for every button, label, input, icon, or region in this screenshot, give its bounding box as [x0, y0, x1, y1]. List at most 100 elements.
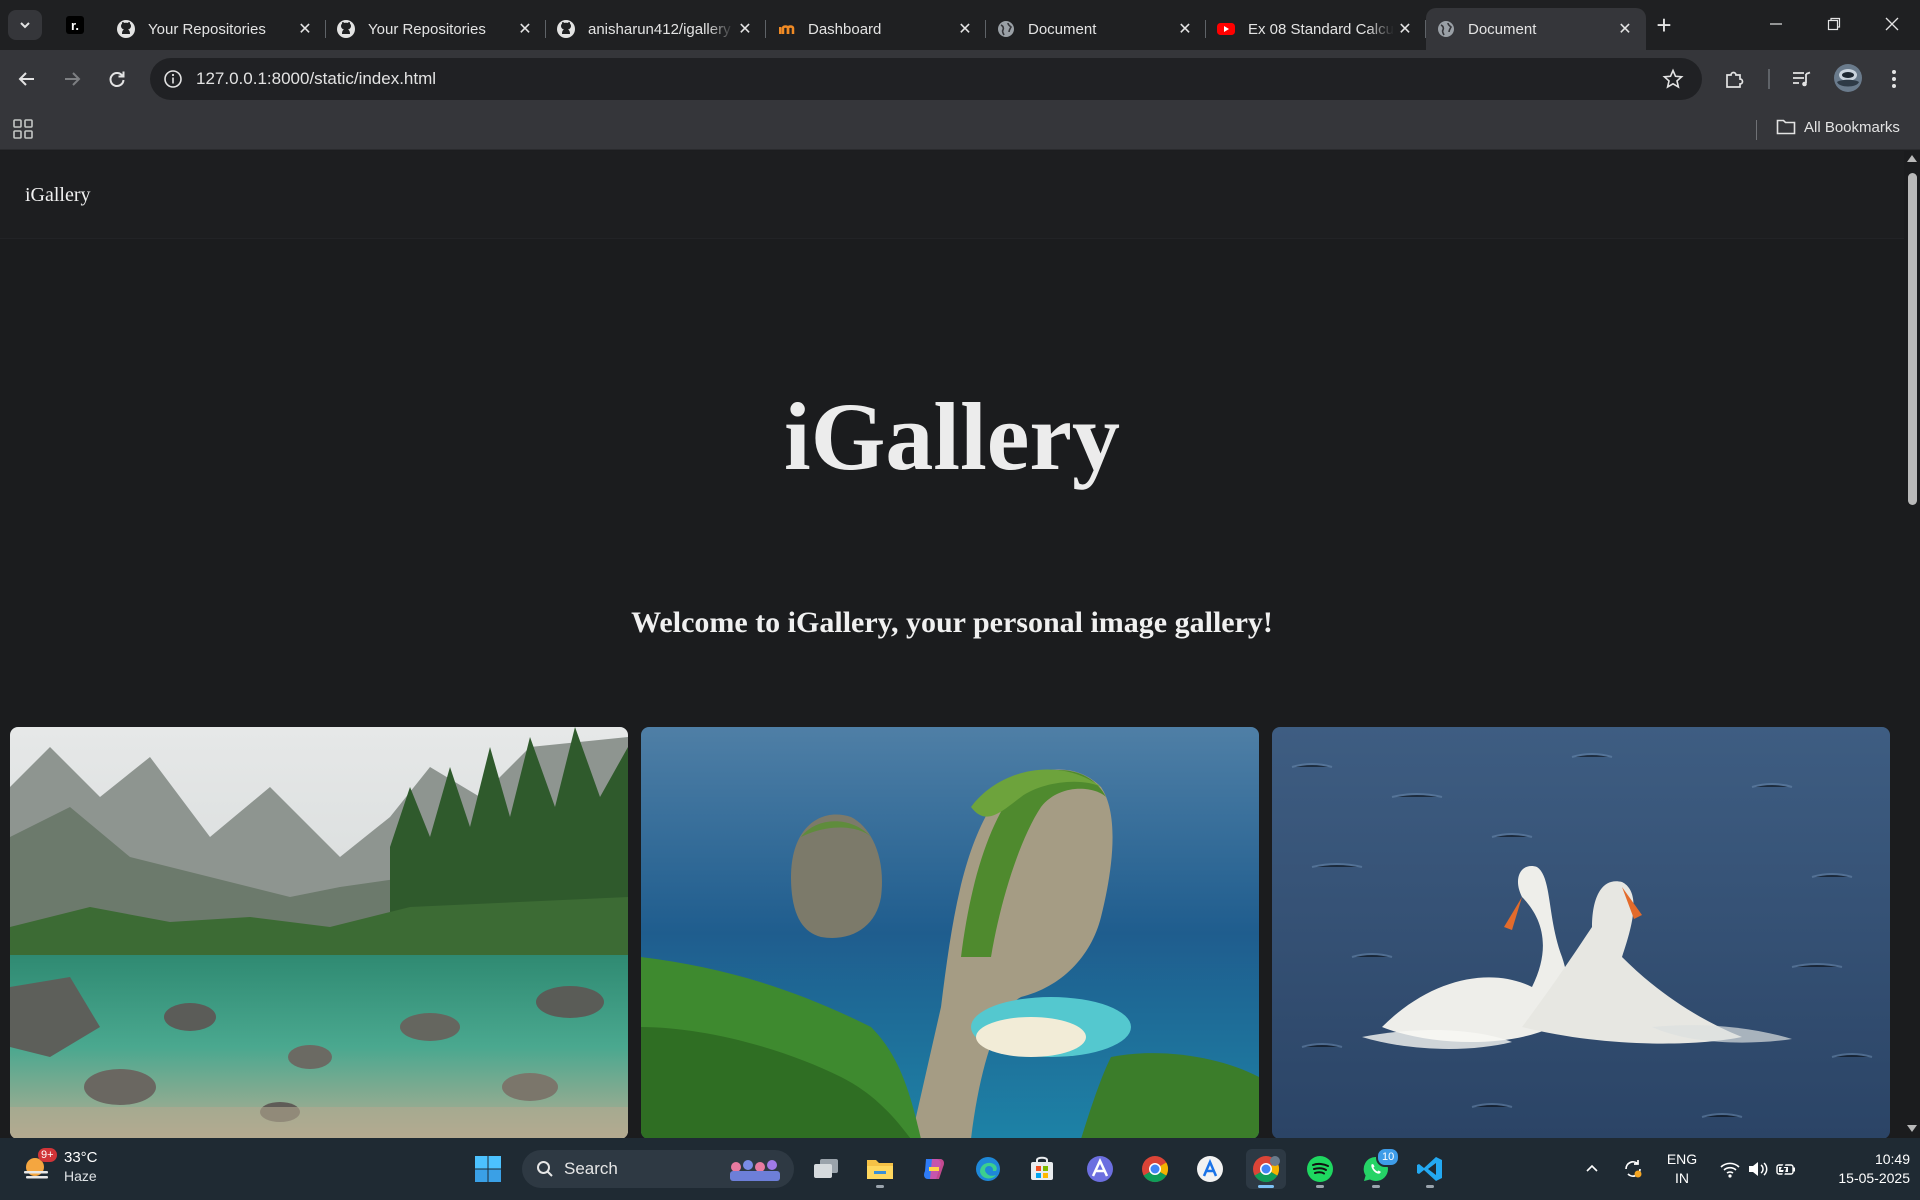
reload-icon — [109, 71, 125, 87]
scroll-thumb[interactable] — [1908, 173, 1917, 505]
tab-search-button[interactable] — [8, 10, 42, 40]
quick-settings-button[interactable] — [1712, 1149, 1804, 1189]
edge-button[interactable] — [968, 1149, 1008, 1189]
image-gallery — [10, 727, 1890, 1138]
app-store-button[interactable] — [1190, 1149, 1230, 1189]
close-tab-icon[interactable]: ✕ — [734, 18, 756, 40]
pinned-tab-favicon: r. — [66, 16, 84, 34]
microsoft-store-button[interactable] — [1022, 1149, 1062, 1189]
site-info-icon[interactable] — [162, 68, 184, 90]
url-text[interactable]: 127.0.0.1:8000/static/index.html — [196, 69, 436, 89]
new-tab-button[interactable]: + — [1650, 12, 1678, 40]
hero-title: iGallery — [784, 383, 1120, 490]
copilot-button[interactable] — [914, 1149, 954, 1189]
pinned-tab[interactable]: r. — [58, 10, 92, 40]
spotify-icon — [1307, 1156, 1333, 1182]
system-clock[interactable]: 10:49 15-05-2025 — [1810, 1150, 1910, 1188]
running-indicator — [1316, 1185, 1324, 1188]
forward-button[interactable] — [57, 64, 87, 94]
globe-icon — [996, 19, 1016, 39]
running-indicator — [1258, 1185, 1274, 1188]
tab-title: Document — [1468, 20, 1537, 38]
extensions-button[interactable] — [1721, 65, 1749, 93]
gallery-image-cliff[interactable] — [641, 727, 1259, 1138]
vscode-button[interactable] — [1410, 1149, 1450, 1189]
app-a-icon — [1197, 1156, 1223, 1182]
whatsapp-button[interactable]: 10 — [1356, 1147, 1401, 1189]
chrome-button[interactable] — [1135, 1149, 1175, 1189]
all-bookmarks-button[interactable]: All Bookmarks — [1776, 118, 1900, 136]
show-hidden-icons-button[interactable] — [1572, 1149, 1612, 1189]
bookmarks-divider — [1756, 120, 1757, 140]
sync-tray-button[interactable] — [1613, 1149, 1653, 1189]
tab-list: Your Repositories ✕ Your Repositories ✕ … — [106, 8, 1646, 50]
close-tab-icon[interactable]: ✕ — [294, 18, 316, 40]
tab-igallery-repo[interactable]: anisharun412/igallery ✕ — [546, 8, 766, 50]
bookmarks-bar: All Bookmarks — [0, 108, 1920, 150]
taskbar-search[interactable]: Search — [522, 1150, 794, 1188]
scroll-up-arrow[interactable] — [1907, 155, 1917, 162]
chrome-icon — [1142, 1156, 1169, 1183]
toolbar-divider — [1768, 69, 1770, 89]
swans-image — [1272, 727, 1890, 1138]
language-indicator[interactable]: ENG IN — [1664, 1150, 1700, 1188]
tab-title: Ex 08 Standard Calculator — [1248, 20, 1394, 38]
browser-toolbar: 127.0.0.1:8000/static/index.html — [0, 50, 1920, 108]
weather-temperature: 33°C — [64, 1149, 98, 1166]
tab-document-active[interactable]: Document ✕ — [1426, 8, 1646, 50]
close-tab-icon[interactable]: ✕ — [1614, 18, 1636, 40]
address-bar[interactable]: 127.0.0.1:8000/static/index.html — [150, 58, 1702, 100]
media-controls-button[interactable] — [1787, 65, 1815, 93]
tab-youtube-calculator[interactable]: Ex 08 Standard Calculator ✕ — [1206, 8, 1426, 50]
weather-widget[interactable]: 9+ 33°C Haze — [20, 1147, 98, 1185]
apps-grid-icon[interactable] — [12, 118, 34, 140]
close-tab-icon[interactable]: ✕ — [1394, 18, 1416, 40]
bookmark-star-icon[interactable] — [1662, 68, 1684, 90]
restore-button[interactable] — [1806, 0, 1862, 48]
close-tab-icon[interactable]: ✕ — [954, 18, 976, 40]
close-tab-icon[interactable]: ✕ — [514, 18, 536, 40]
start-button[interactable] — [468, 1149, 508, 1189]
chrome-icon — [1253, 1156, 1280, 1183]
tab-dashboard[interactable]: Dashboard ✕ — [766, 8, 986, 50]
tab-title: Document — [1028, 20, 1097, 38]
windows-taskbar: 9+ 33°C Haze Search 10 ENG IN 10:49 15-0… — [0, 1138, 1920, 1200]
kebab-menu-icon — [1892, 70, 1896, 88]
youtube-icon — [1216, 19, 1236, 39]
task-view-icon — [814, 1159, 838, 1178]
back-button[interactable] — [12, 64, 42, 94]
all-bookmarks-label: All Bookmarks — [1804, 118, 1900, 136]
site-brand-link[interactable]: iGallery — [25, 184, 91, 207]
tab-your-repositories-1[interactable]: Your Repositories ✕ — [106, 8, 326, 50]
weather-badge: 9+ — [38, 1147, 57, 1162]
clock-time: 10:49 — [1874, 1151, 1910, 1167]
chrome-profile-button[interactable] — [1246, 1149, 1286, 1189]
arc-app-button[interactable] — [1080, 1149, 1120, 1189]
running-indicator — [876, 1185, 884, 1188]
app-a-icon — [1087, 1156, 1113, 1182]
close-icon — [1885, 17, 1899, 31]
profile-avatar[interactable] — [1833, 63, 1863, 93]
copilot-icon — [924, 1159, 944, 1179]
task-view-button[interactable] — [806, 1149, 846, 1189]
vscode-icon — [1417, 1157, 1442, 1181]
reload-button[interactable] — [102, 64, 132, 94]
scroll-down-arrow[interactable] — [1907, 1125, 1917, 1132]
gallery-image-swans[interactable] — [1272, 727, 1890, 1138]
spotify-button[interactable] — [1300, 1149, 1340, 1189]
edge-icon — [976, 1157, 1000, 1181]
browser-menu-button[interactable] — [1880, 65, 1908, 93]
mountain-lake-image — [10, 727, 628, 1138]
music-queue-icon — [1793, 71, 1811, 87]
close-window-button[interactable] — [1864, 0, 1920, 48]
github-icon — [336, 19, 356, 39]
minimize-button[interactable] — [1748, 0, 1804, 48]
github-icon — [116, 19, 136, 39]
gallery-image-lake[interactable] — [10, 727, 628, 1138]
close-tab-icon[interactable]: ✕ — [1174, 18, 1196, 40]
tab-your-repositories-2[interactable]: Your Repositories ✕ — [326, 8, 546, 50]
file-explorer-button[interactable] — [860, 1149, 900, 1189]
page-scrollbar[interactable] — [1904, 151, 1920, 1138]
tab-document-1[interactable]: Document ✕ — [986, 8, 1206, 50]
tab-title: Dashboard — [808, 20, 882, 38]
